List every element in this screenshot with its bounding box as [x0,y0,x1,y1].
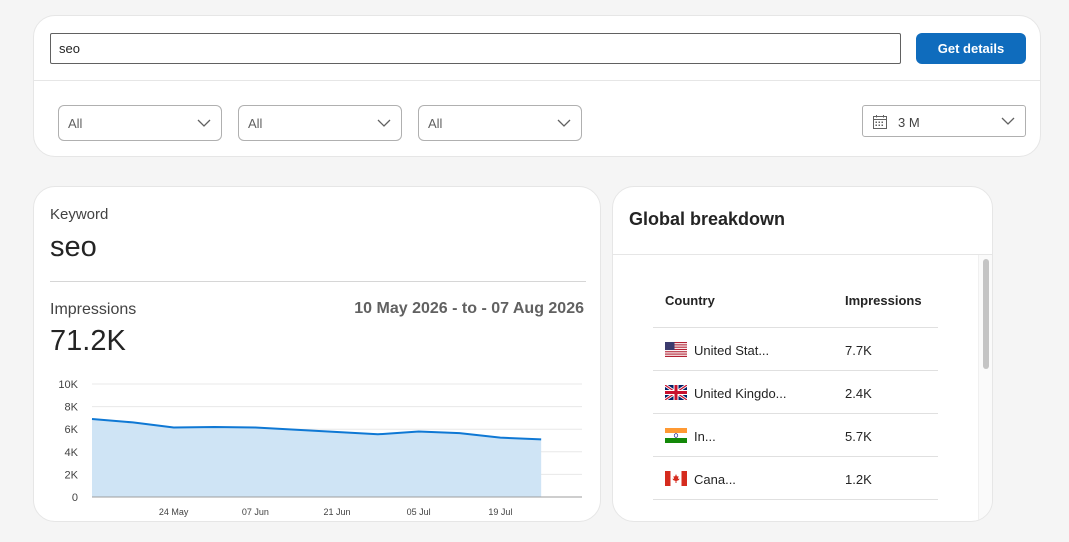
row-divider [653,499,938,500]
scrollbar-thumb[interactable] [983,259,989,369]
x-tick-label: 21 Jun [323,507,350,517]
date-range-value: 3 M [898,115,920,130]
country-impressions: 7.7K [845,343,872,358]
filter-1-value: All [68,116,83,131]
table-row[interactable]: United Kingdo... 2.4K [653,371,938,414]
keyword-label: Keyword [50,206,109,223]
global-breakdown-title: Global breakdown [629,209,786,229]
search-card: Get details All All All 3 M [33,15,1041,157]
chevron-down-icon [377,119,391,127]
filter-dropdown-2[interactable]: All [238,105,402,141]
filter-2-value: All [248,116,263,131]
india-flag-icon [665,428,687,443]
table-row[interactable]: Cana... 1.2K [653,457,938,500]
country-impressions: 1.2K [845,472,872,487]
x-tick-label: 07 Jun [242,507,269,517]
country-name: United Stat... [694,343,770,358]
chevron-down-icon [557,119,571,127]
country-name: In... [694,429,716,444]
x-tick-label: 05 Jul [407,507,431,517]
impressions-value: 71.2K [50,325,126,357]
country-impressions: 2.4K [845,386,872,401]
table-row[interactable]: In... 5.7K [653,414,938,457]
table-row[interactable]: United Stat... 7.7K [653,328,938,371]
y-tick-label: 10K [58,379,78,391]
canada-flag-icon [665,471,687,486]
us-flag-icon [665,342,687,357]
filter-dropdown-1[interactable]: All [58,105,222,141]
filter-3-value: All [428,116,443,131]
column-header-impressions: Impressions [845,293,922,308]
keyword-divider [50,281,586,282]
x-tick-label: 19 Jul [488,507,512,517]
chevron-down-icon [1001,117,1015,125]
y-tick-label: 2K [65,469,79,481]
y-tick-label: 8K [65,402,79,414]
uk-flag-icon [665,385,687,400]
date-range-text: 10 May 2026 - to - 07 Aug 2026 [354,300,584,317]
y-tick-label: 0 [72,492,78,504]
get-details-button[interactable]: Get details [916,33,1026,64]
filter-dropdown-3[interactable]: All [418,105,582,141]
y-tick-label: 4K [65,447,79,459]
global-breakdown-divider [613,254,992,255]
calendar-icon [873,115,887,129]
keyword-value: seo [50,231,97,263]
global-breakdown-card: Global breakdown Country Impressions Uni… [612,186,993,522]
country-name: Cana... [694,472,736,487]
y-tick-label: 6K [65,424,79,436]
impressions-chart: 0 2K 4K 6K 8K 10K 24 May 07 Jun 21 Jun 05 Jul 19 J… [58,379,582,517]
search-divider [34,80,1040,81]
country-name: United Kingdo... [694,386,787,401]
keyword-card: Keyword seo Impressions 71.2K 10 May 202… [33,186,601,522]
chevron-down-icon [197,119,211,127]
x-tick-label: 24 May [159,507,189,517]
keyword-search-input[interactable] [50,33,901,64]
impressions-label: Impressions [50,301,137,318]
country-impressions: 5.7K [845,429,872,444]
column-header-country: Country [665,293,715,308]
date-range-dropdown[interactable]: 3 M [862,105,1026,137]
